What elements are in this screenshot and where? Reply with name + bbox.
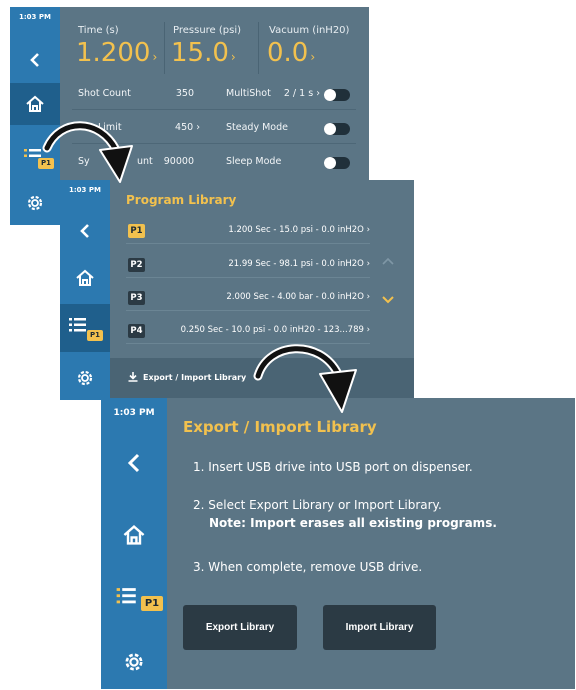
home-icon	[123, 525, 145, 545]
back-button[interactable]	[10, 41, 60, 79]
program-tag: P3	[128, 291, 145, 305]
gear-icon	[27, 195, 43, 211]
export-import-link[interactable]: Export / Import Library	[128, 372, 246, 382]
chevron-right-icon: ›	[152, 50, 158, 64]
steady-mode-toggle[interactable]	[324, 123, 350, 135]
sidebar: 1:03 PM P1	[10, 7, 60, 225]
program-summary-text: 0.250 Sec - 10.0 psi - 0.0 inH20 - 123..…	[180, 325, 364, 335]
instruction-step-1: 1. Insert USB drive into USB port on dis…	[193, 460, 473, 474]
export-library-button[interactable]: Export Library	[183, 605, 297, 650]
clock: 1:03 PM	[69, 186, 101, 194]
list-icon	[116, 588, 136, 604]
program-tag: P4	[128, 324, 145, 338]
vacuum-label: Vacuum (inH20)	[269, 25, 350, 36]
shot-count-label: Shot Count	[78, 88, 131, 99]
program-library-button[interactable]: P1	[60, 304, 110, 352]
program-library-button[interactable]: P1	[10, 139, 60, 173]
pressure-value[interactable]: 15.0 ›	[171, 38, 236, 68]
home-button[interactable]	[10, 83, 60, 125]
settings-button[interactable]	[60, 360, 110, 396]
settings-button[interactable]	[10, 185, 60, 221]
library-footer: Export / Import Library	[110, 358, 414, 400]
chevron-right-icon: ›	[230, 50, 236, 64]
program-row[interactable]: P4 0.250 Sec - 10.0 psi - 0.0 inH20 - 12…	[126, 320, 370, 344]
multishot-value[interactable]: 2 / 1 s ›	[272, 88, 320, 99]
sidebar: 1:03 PM P1	[60, 180, 110, 400]
back-button[interactable]	[101, 438, 167, 488]
program-summary-text: 2.000 Sec - 4.00 bar - 0.0 inH2O	[226, 292, 364, 302]
export-import-label: Export / Import Library	[143, 372, 247, 382]
program-library-button[interactable]: P1	[101, 576, 167, 624]
sidebar: 1:03 PM P1	[101, 398, 167, 689]
system-count-value: 90000	[163, 156, 194, 167]
multishot-toggle[interactable]	[324, 89, 350, 101]
import-warning: Note: Import erases all existing program…	[209, 516, 497, 530]
toggle-knob	[324, 89, 336, 101]
sleep-mode-toggle[interactable]	[324, 157, 350, 169]
instruction-step-3: 3. When complete, remove USB drive.	[193, 560, 423, 574]
program-summary-text: 1.200 Sec - 15.0 psi - 0.0 inH2O	[228, 225, 364, 235]
shot-count-value: 350	[175, 88, 194, 99]
home-icon	[76, 269, 94, 286]
program-tag: P1	[128, 224, 145, 238]
program-summary: 2.000 Sec - 4.00 bar - 0.0 inH2O ›	[226, 292, 370, 302]
chevron-left-icon	[30, 53, 39, 67]
import-library-button[interactable]: Import Library	[323, 605, 436, 650]
pressure-value-text: 15.0	[171, 38, 229, 68]
pressure-label: Pressure (psi)	[173, 25, 242, 36]
vacuum-value[interactable]: 0.0 ›	[267, 38, 315, 68]
shot-limit-value[interactable]: 450 ›	[150, 122, 200, 133]
clock: 1:03 PM	[19, 13, 51, 21]
scroll-down-icon[interactable]	[382, 293, 394, 307]
row-divider	[72, 143, 356, 144]
chevron-left-icon	[80, 224, 89, 238]
page-title: Export / Import Library	[183, 418, 377, 436]
divider	[164, 22, 165, 74]
instruction-step-2: 2. Select Export Library or Import Libra…	[193, 498, 442, 512]
time-value[interactable]: 1.200 ›	[76, 38, 157, 68]
home-button[interactable]	[101, 510, 167, 560]
multishot-label: MultiShot	[226, 88, 271, 99]
gear-icon	[77, 370, 93, 386]
download-icon	[128, 372, 138, 382]
chevron-right-icon: ›	[310, 50, 316, 64]
steady-mode-label: Steady Mode	[226, 122, 288, 133]
multishot-value-text: 2 / 1 s	[283, 88, 314, 99]
page-title: Program Library	[126, 193, 237, 207]
clock: 1:03 PM	[113, 408, 155, 418]
time-label: Time (s)	[78, 25, 119, 36]
scroll-up-icon[interactable]	[382, 254, 394, 268]
row-divider	[72, 109, 356, 110]
time-value-text: 1.200	[76, 38, 151, 68]
divider	[258, 22, 259, 74]
settings-button[interactable]	[101, 638, 167, 686]
shot-limit-label: Limit	[98, 122, 122, 133]
program-row[interactable]: P3 2.000 Sec - 4.00 bar - 0.0 inH2O ›	[126, 287, 370, 311]
chevron-left-icon	[127, 453, 140, 473]
program-tag: P2	[128, 258, 145, 272]
back-button[interactable]	[60, 212, 110, 250]
home-icon	[26, 95, 44, 112]
export-import-screen: 1:03 PM P1 Export / Import Library 1. In…	[101, 398, 575, 689]
program-badge: P1	[141, 596, 163, 611]
program-badge: P1	[38, 158, 54, 169]
program-summary: 1.200 Sec - 15.0 psi - 0.0 inH2O ›	[228, 225, 370, 235]
shot-limit-value-text: 450	[175, 122, 194, 133]
program-row[interactable]: P1 1.200 Sec - 15.0 psi - 0.0 inH2O ›	[126, 220, 370, 244]
home-button[interactable]	[60, 258, 110, 298]
toggle-knob	[324, 123, 336, 135]
toggle-knob	[324, 157, 336, 169]
vacuum-value-text: 0.0	[267, 38, 309, 68]
sleep-mode-label: Sleep Mode	[226, 156, 282, 167]
program-row[interactable]: P2 21.99 Sec - 98.1 psi - 0.0 inH2O ›	[126, 254, 370, 278]
program-summary: 0.250 Sec - 10.0 psi - 0.0 inH20 - 123..…	[180, 325, 370, 335]
gear-icon	[125, 653, 143, 671]
program-summary-text: 21.99 Sec - 98.1 psi - 0.0 inH2O	[228, 259, 364, 269]
program-library-screen: 1:03 PM P1 Program Library P1 1.200 Sec …	[60, 180, 414, 400]
system-count-label-start: Sy	[78, 156, 90, 167]
program-summary: 21.99 Sec - 98.1 psi - 0.0 inH2O ›	[228, 259, 370, 269]
program-badge: P1	[87, 330, 103, 341]
